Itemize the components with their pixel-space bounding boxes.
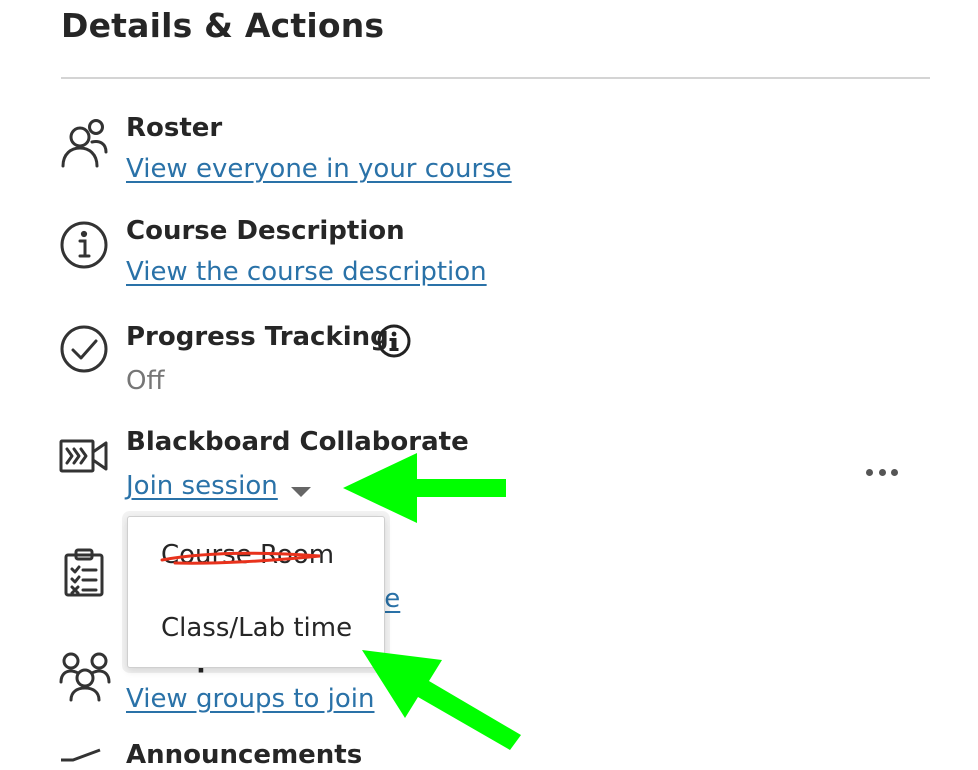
progress-status: Off bbox=[126, 366, 165, 396]
divider bbox=[61, 77, 930, 79]
more-options-icon[interactable] bbox=[862, 459, 902, 485]
progress-title: Progress Tracking bbox=[126, 322, 389, 352]
people-icon bbox=[58, 118, 110, 168]
join-session-link[interactable]: Join session bbox=[126, 471, 278, 501]
collaborate-title: Blackboard Collaborate bbox=[126, 427, 469, 457]
menu-item-class-lab-time[interactable]: Class/Lab time bbox=[161, 613, 352, 643]
join-session-menu: Course Room Class/Lab time bbox=[127, 516, 385, 668]
group-icon bbox=[58, 650, 112, 702]
info-icon[interactable] bbox=[377, 324, 411, 358]
description-title: Course Description bbox=[126, 216, 405, 246]
check-circle-icon bbox=[59, 324, 109, 374]
chevron-down-icon[interactable] bbox=[291, 487, 311, 497]
view-roster-link[interactable]: View everyone in your course bbox=[126, 154, 512, 184]
video-camera-icon bbox=[59, 438, 109, 474]
announcements-title: Announcements bbox=[126, 740, 363, 770]
megaphone-icon bbox=[58, 748, 108, 768]
menu-item-course-room[interactable]: Course Room bbox=[161, 540, 334, 570]
arrow-to-join-session bbox=[343, 453, 506, 523]
arrow-to-class-lab-time bbox=[362, 650, 521, 750]
clipboard-icon bbox=[63, 548, 105, 598]
info-circle-icon bbox=[59, 220, 109, 270]
roster-title: Roster bbox=[126, 113, 223, 143]
section-title: Details & Actions bbox=[61, 6, 385, 45]
view-groups-link[interactable]: View groups to join bbox=[126, 684, 375, 714]
view-description-link[interactable]: View the course description bbox=[126, 257, 487, 287]
